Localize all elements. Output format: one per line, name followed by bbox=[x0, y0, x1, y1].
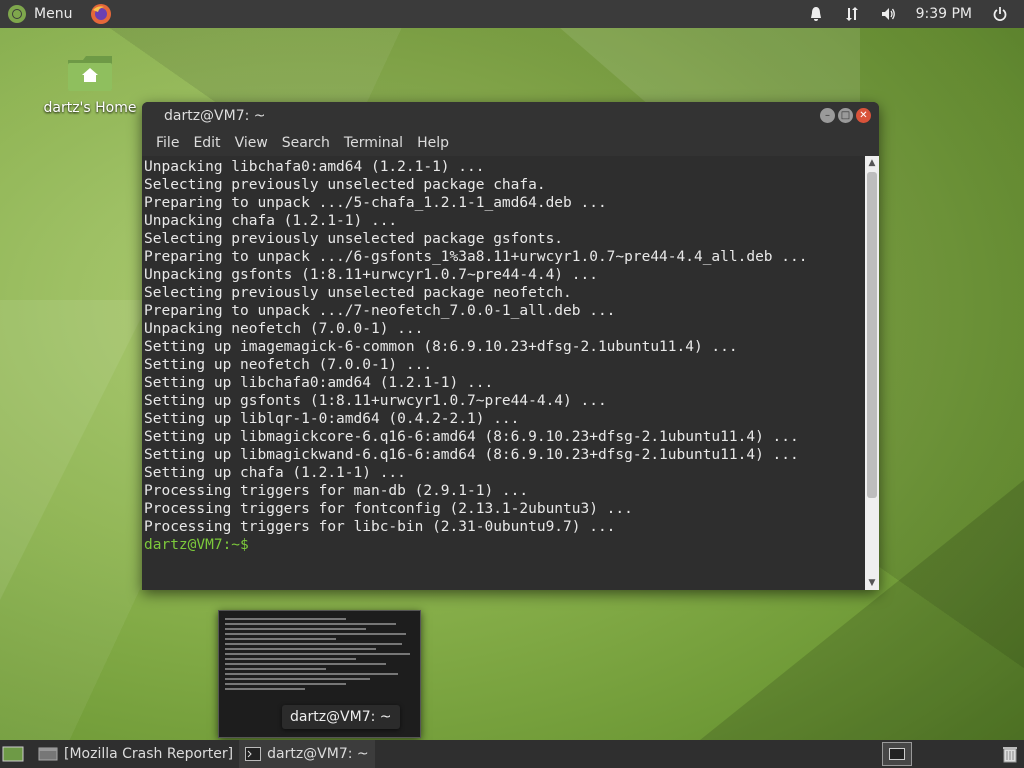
terminal-line: Unpacking libchafa0:amd64 (1.2.1-1) ... bbox=[144, 159, 485, 175]
scroll-up-icon[interactable]: ▲ bbox=[865, 156, 879, 170]
terminal-line: Setting up liblqr-1-0:amd64 (0.4.2-2.1) … bbox=[144, 411, 520, 427]
clock[interactable]: 9:39 PM bbox=[916, 6, 972, 22]
desktop-home-label: dartz's Home bbox=[43, 100, 137, 116]
close-button[interactable]: ✕ bbox=[856, 108, 871, 123]
preview-line bbox=[225, 618, 346, 620]
taskbar-item-label: dartz@VM7: ~ bbox=[267, 746, 369, 762]
terminal-line: Processing triggers for man-db (2.9.1-1)… bbox=[144, 483, 529, 499]
workspace-switcher[interactable] bbox=[882, 742, 912, 766]
taskbar-item-crash-reporter[interactable]: [Mozilla Crash Reporter] bbox=[58, 740, 239, 768]
maximize-icon: □ bbox=[840, 110, 851, 121]
terminal-line: Setting up imagemagick-6-common (8:6.9.1… bbox=[144, 339, 738, 355]
taskbar-item-terminal[interactable]: dartz@VM7: ~ bbox=[239, 740, 375, 768]
terminal-scrollbar[interactable]: ▲ ▼ bbox=[865, 156, 879, 590]
scroll-down-icon[interactable]: ▼ bbox=[865, 576, 879, 590]
menu-file[interactable]: File bbox=[149, 135, 186, 151]
terminal-prompt-line[interactable]: dartz@VM7:~$ bbox=[144, 536, 863, 554]
preview-line bbox=[225, 688, 306, 690]
preview-line bbox=[225, 623, 396, 625]
menu-search[interactable]: Search bbox=[275, 135, 337, 151]
maximize-button[interactable]: □ bbox=[838, 108, 853, 123]
terminal-line: Setting up libmagickwand-6.q16-6:amd64 (… bbox=[144, 447, 799, 463]
network-icon[interactable] bbox=[844, 6, 860, 22]
terminal-line: Unpacking neofetch (7.0.0-1) ... bbox=[144, 321, 424, 337]
terminal-line: Unpacking chafa (1.2.1-1) ... bbox=[144, 213, 398, 229]
volume-icon[interactable] bbox=[880, 6, 896, 22]
minimize-icon: – bbox=[825, 110, 830, 121]
preview-line bbox=[225, 683, 346, 685]
terminal-line: Selecting previously unselected package … bbox=[144, 177, 546, 193]
bottom-panel: [Mozilla Crash Reporter] dartz@VM7: ~ bbox=[0, 740, 1024, 768]
terminal-menubar: File Edit View Search Terminal Help bbox=[142, 130, 879, 156]
trash-icon[interactable] bbox=[1002, 745, 1018, 763]
preview-line bbox=[225, 633, 406, 635]
wallpaper-facet bbox=[0, 300, 150, 600]
terminal-title: dartz@VM7: ~ bbox=[164, 108, 266, 124]
top-panel: Menu 9:39 PM bbox=[0, 0, 1024, 28]
preview-line bbox=[225, 678, 370, 680]
terminal-icon bbox=[889, 748, 905, 760]
scrollbar-thumb[interactable] bbox=[867, 172, 877, 498]
file-manager-icon[interactable] bbox=[38, 746, 58, 762]
terminal-line: Setting up libmagickcore-6.q16-6:amd64 (… bbox=[144, 429, 799, 445]
terminal-line: Preparing to unpack .../5-chafa_1.2.1-1_… bbox=[144, 195, 607, 211]
power-icon[interactable] bbox=[992, 6, 1008, 22]
preview-line bbox=[225, 638, 336, 640]
desktop-home-folder[interactable]: dartz's Home bbox=[42, 54, 138, 116]
preview-line bbox=[225, 628, 366, 630]
mint-logo-icon bbox=[8, 5, 26, 23]
preview-line bbox=[225, 673, 398, 675]
menu-edit[interactable]: Edit bbox=[186, 135, 227, 151]
taskbar-item-label: [Mozilla Crash Reporter] bbox=[64, 746, 234, 762]
terminal-window[interactable]: dartz@VM7: ~ – □ ✕ File Edit View Search… bbox=[142, 102, 879, 590]
close-icon: ✕ bbox=[859, 110, 868, 121]
notifications-icon[interactable] bbox=[808, 6, 824, 22]
firefox-icon[interactable] bbox=[90, 3, 112, 25]
terminal-line: Selecting previously unselected package … bbox=[144, 285, 572, 301]
terminal-line: Preparing to unpack .../7-neofetch_7.0.0… bbox=[144, 303, 616, 319]
preview-line bbox=[225, 643, 402, 645]
show-desktop-icon[interactable] bbox=[2, 745, 24, 763]
preview-line bbox=[225, 663, 386, 665]
shell-prompt: dartz@VM7:~$ bbox=[144, 537, 249, 553]
terminal-titlebar[interactable]: dartz@VM7: ~ – □ ✕ bbox=[142, 102, 879, 130]
menu-button[interactable]: Menu bbox=[8, 0, 80, 28]
menu-view[interactable]: View bbox=[228, 135, 275, 151]
terminal-line: Selecting previously unselected package … bbox=[144, 231, 564, 247]
terminal-icon bbox=[245, 747, 262, 761]
menu-help[interactable]: Help bbox=[410, 135, 456, 151]
menu-label: Menu bbox=[34, 6, 73, 22]
terminal-line: Processing triggers for libc-bin (2.31-0… bbox=[144, 519, 616, 535]
terminal-line: Preparing to unpack .../6-gsfonts_1%3a8.… bbox=[144, 249, 808, 265]
preview-line bbox=[225, 658, 356, 660]
preview-line bbox=[225, 648, 376, 650]
menu-terminal[interactable]: Terminal bbox=[337, 135, 410, 151]
preview-line bbox=[225, 668, 326, 670]
window-preview-tooltip: dartz@VM7: ~ bbox=[282, 705, 400, 729]
terminal-line: Setting up neofetch (7.0.0-1) ... bbox=[144, 357, 433, 373]
minimize-button[interactable]: – bbox=[820, 108, 835, 123]
terminal-output[interactable]: Unpacking libchafa0:amd64 (1.2.1-1) ... … bbox=[142, 156, 865, 590]
terminal-line: Setting up chafa (1.2.1-1) ... bbox=[144, 465, 406, 481]
terminal-line: Processing triggers for fontconfig (2.13… bbox=[144, 501, 633, 517]
terminal-line: Setting up gsfonts (1:8.11+urwcyr1.0.7~p… bbox=[144, 393, 607, 409]
terminal-line: Unpacking gsfonts (1:8.11+urwcyr1.0.7~pr… bbox=[144, 267, 598, 283]
home-folder-icon bbox=[68, 56, 112, 91]
preview-line bbox=[225, 653, 410, 655]
terminal-line: Setting up libchafa0:amd64 (1.2.1-1) ... bbox=[144, 375, 494, 391]
